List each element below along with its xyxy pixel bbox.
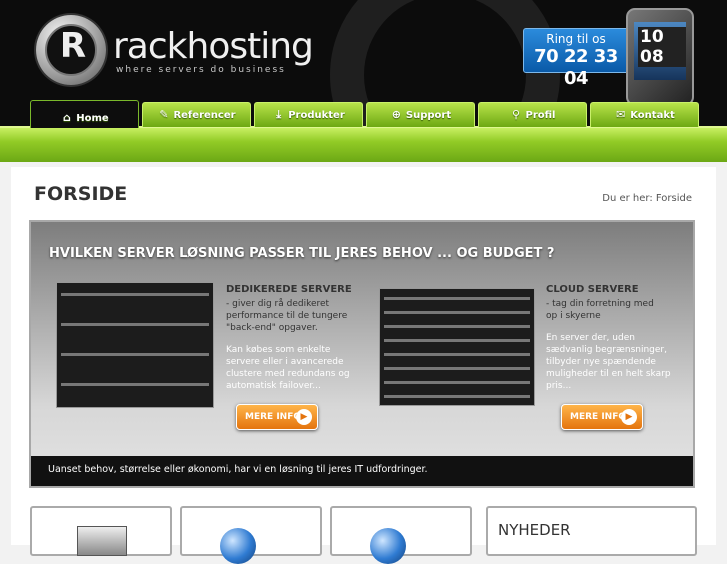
globe-refresh-icon [370,528,406,564]
tab-label: Produkter [288,110,345,121]
call-number: 70 22 33 04 [534,46,618,89]
download-icon: ⤓ [276,108,282,121]
dedicated-more-info-button[interactable]: MERE INFO ▶ [236,404,318,430]
tab-label: Home [76,113,109,124]
cloud-more-info-button[interactable]: MERE INFO ▶ [561,404,643,430]
phone-image: 10 08 [626,8,694,106]
breadcrumb: Du er her: Forside [602,193,692,204]
cloud-title: CLOUD SERVERE [546,284,639,295]
home-icon: ⌂ [62,111,71,124]
call-box: Ring til os 70 22 33 04 [523,28,629,89]
page-title: FORSIDE [34,183,128,205]
brand-tagline: where servers do business [116,65,286,75]
cloud-subtitle: - tag din forretning med op i skyerne [546,299,654,321]
tab-profil[interactable]: ⚲ Profil [478,102,587,127]
arrow-right-icon: ▶ [296,409,312,425]
globe-icon [220,528,256,564]
phone-clock: 10 08 [638,27,686,67]
feature-box-2[interactable] [180,506,322,564]
dedicated-server-image [56,282,214,408]
banner-footer: Uanset behov, størrelse eller økonomi, h… [31,456,693,486]
dedicated-title: DEDIKEREDE SERVERE [226,284,352,295]
tab-label: Referencer [173,110,236,121]
tab-label: Support [405,110,452,121]
arrow-right-icon: ▶ [621,409,637,425]
button-label: MERE INFO [245,412,301,422]
dedicated-body: Kan købes som enkelte servere eller i av… [226,345,350,391]
tab-support[interactable]: ⊕ Support [366,102,475,127]
feature-box-1[interactable] [30,506,172,556]
banner-headline: HVILKEN SERVER LØSNING PASSER TIL JERES … [49,246,555,261]
cloud-server-image [379,288,535,406]
plus-icon: ⊕ [391,108,401,121]
mail-icon: ✉ [616,108,626,121]
button-label: MERE INFO [570,412,626,422]
server-icon [77,526,127,556]
tab-label: Kontakt [630,110,675,121]
main-nav: ⌂ Home ✎ Referencer ⤓ Produkter ⊕ Support ⚲ P… [0,100,727,128]
dedicated-subtitle: - giver dig rå dedikeret performance til… [226,299,348,333]
green-bar [0,126,727,162]
tab-label: Profil [525,110,556,121]
tab-produkter[interactable]: ⤓ Produkter [254,102,363,127]
brand-name[interactable]: rackhosting [113,26,314,67]
news-title: NYHEDER [498,521,571,539]
pencil-icon: ✎ [159,108,169,121]
tab-referencer[interactable]: ✎ Referencer [142,102,251,127]
server-banner: HVILKEN SERVER LØSNING PASSER TIL JERES … [29,220,695,488]
tab-kontakt[interactable]: ✉ Kontakt [590,102,699,127]
tab-home[interactable]: ⌂ Home [30,100,139,128]
feature-box-3[interactable] [330,506,472,564]
phone-screen: 10 08 [634,22,686,80]
call-label: Ring til os [546,32,606,46]
logo-icon[interactable]: R [36,15,106,85]
cloud-body: En server der, uden sædvanlig begrænsnin… [546,333,671,391]
search-icon: ⚲ [511,108,521,121]
